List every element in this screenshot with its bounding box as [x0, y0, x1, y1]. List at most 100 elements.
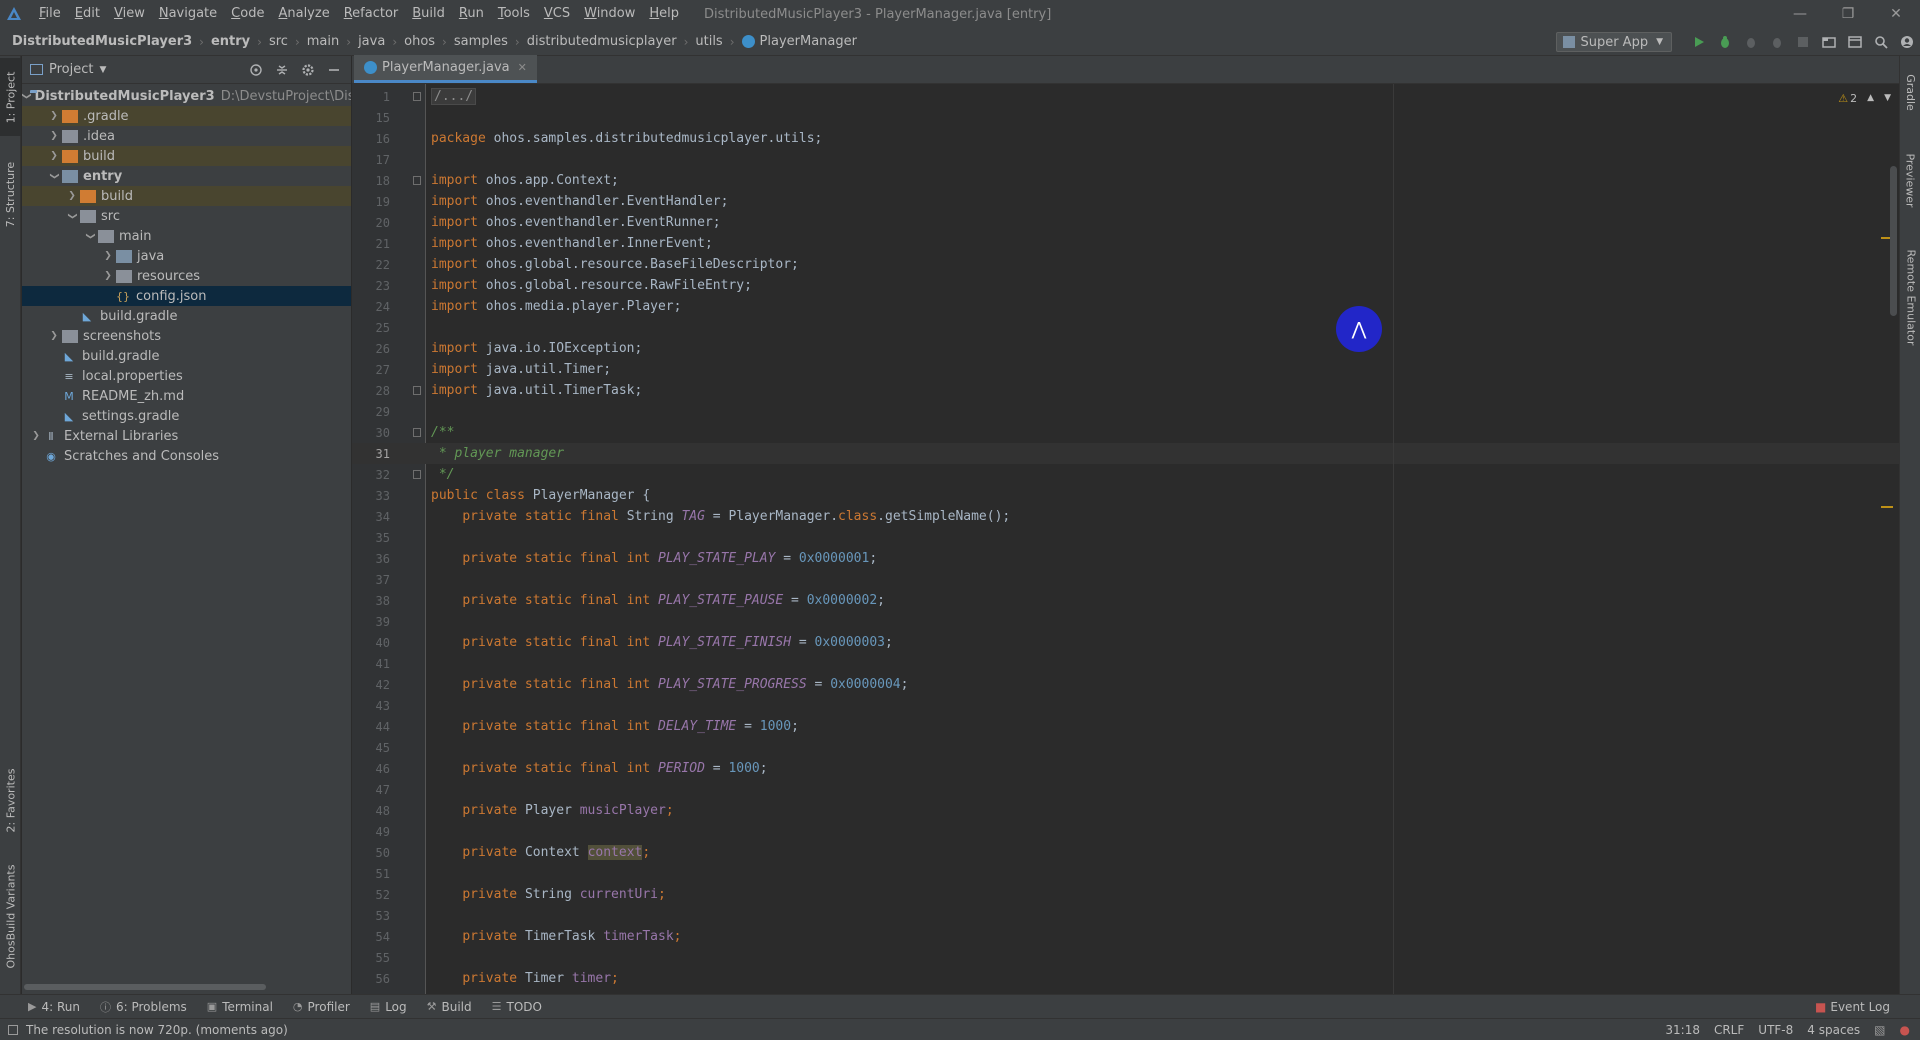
chevron-down-icon[interactable]: ▼ — [1884, 93, 1891, 103]
minimize-icon[interactable]: — — [1776, 0, 1824, 28]
menu-help[interactable]: Help — [642, 0, 686, 28]
code-line[interactable]: 28 import java.util.TimerTask; — [352, 380, 1899, 401]
code-line[interactable]: 17 — [352, 149, 1899, 170]
code-line[interactable]: 1 /.../ — [352, 86, 1899, 107]
chevron-right-icon[interactable]: ❯ — [28, 431, 44, 441]
code-line[interactable]: 36 private static final int PLAY_STATE_P… — [352, 548, 1899, 569]
file-encoding[interactable]: UTF-8 — [1758, 1023, 1793, 1037]
run-config-select[interactable]: Super App ▼ — [1556, 32, 1672, 52]
warning-stripe[interactable] — [1881, 506, 1893, 508]
code-line[interactable]: 15 — [352, 107, 1899, 128]
menu-analyze[interactable]: Analyze — [271, 0, 336, 28]
tree-item[interactable]: ❯ build — [22, 146, 351, 166]
menu-refactor[interactable]: Refactor — [337, 0, 406, 28]
tab-gradle[interactable]: Gradle — [1900, 62, 1920, 122]
menu-vcs[interactable]: VCS — [537, 0, 577, 28]
code-line[interactable]: 23 import ohos.global.resource.RawFileEnt… — [352, 275, 1899, 296]
tool-build[interactable]: ⚒ Build — [427, 1000, 472, 1014]
menu-file[interactable]: File — [32, 0, 68, 28]
breadcrumb-item[interactable]: src — [269, 34, 288, 49]
tab-build-variants[interactable]: OhosBuild Variants — [0, 856, 21, 976]
tab-favorites[interactable]: 2: Favorites — [0, 756, 21, 844]
tree-item[interactable]: ❯ .gradle — [22, 106, 351, 126]
tree-item[interactable]: ❯ src — [22, 206, 351, 226]
code-line[interactable]: 31 * player manager — [352, 443, 1899, 464]
collapse-all-icon[interactable] — [269, 63, 295, 77]
editor-scrollbar[interactable] — [1890, 166, 1897, 316]
chevron-down-icon[interactable]: ❯ — [22, 92, 31, 100]
fold-toggle-icon[interactable] — [390, 380, 426, 401]
code-line[interactable]: 40 private static final int PLAY_STATE_F… — [352, 632, 1899, 653]
code-line[interactable]: 43 — [352, 695, 1899, 716]
chevron-right-icon[interactable]: ❯ — [100, 251, 116, 261]
tree-item[interactable]: M README_zh.md — [22, 386, 351, 406]
status-message[interactable]: The resolution is now 720p. (moments ago… — [8, 1023, 288, 1037]
tree-item[interactable]: ❯ .idea — [22, 126, 351, 146]
code-line[interactable]: 16 package ohos.samples.distributedmusicp… — [352, 128, 1899, 149]
chevron-right-icon[interactable]: ❯ — [64, 191, 80, 201]
chevron-down-icon[interactable]: ▼ — [99, 65, 106, 75]
code-line[interactable]: 20 import ohos.eventhandler.EventRunner; — [352, 212, 1899, 233]
code-line[interactable]: 21 import ohos.eventhandler.InnerEvent; — [352, 233, 1899, 254]
run-icon[interactable] — [1686, 28, 1712, 56]
code-line[interactable]: 24 import ohos.media.player.Player; — [352, 296, 1899, 317]
code-line[interactable]: 27 import java.util.Timer; — [352, 359, 1899, 380]
menu-navigate[interactable]: Navigate — [152, 0, 224, 28]
code-line[interactable]: 48 private Player musicPlayer; — [352, 800, 1899, 821]
tool-todo[interactable]: ☰ TODO — [492, 1000, 542, 1014]
code-line[interactable]: 18 import ohos.app.Context; — [352, 170, 1899, 191]
inspection-widget[interactable]: ⚠ 2 ▲ ▼ — [1838, 89, 1891, 107]
breadcrumb-item[interactable]: DistributedMusicPlayer3 — [12, 34, 192, 49]
code-line[interactable]: 35 — [352, 527, 1899, 548]
tree-item[interactable]: ◣ build.gradle — [22, 346, 351, 366]
tab-structure[interactable]: 7: Structure — [0, 148, 21, 240]
chevron-up-icon[interactable]: ▲ — [1867, 93, 1874, 103]
tree-item[interactable]: ❯ build — [22, 186, 351, 206]
tree-item[interactable]: ◣ build.gradle — [22, 306, 351, 326]
code-line[interactable]: 56 private Timer timer; — [352, 968, 1899, 989]
code-area[interactable]: 1 /.../ 15 16 package ohos.samples.distribut… — [352, 84, 1899, 994]
chevron-right-icon[interactable]: ❯ — [46, 331, 62, 341]
code-line[interactable]: 53 — [352, 905, 1899, 926]
tree-item[interactable]: ❯ screenshots — [22, 326, 351, 346]
breadcrumb-item[interactable]: distributedmusicplayer — [527, 34, 677, 49]
tab-remote-emulator[interactable]: Remote Emulator — [1900, 238, 1920, 356]
notification-icon[interactable]: ● — [1900, 1023, 1910, 1037]
code-line[interactable]: 32 */ — [352, 464, 1899, 485]
code-line[interactable]: 30 /** — [352, 422, 1899, 443]
tab-project[interactable]: 1: Project — [0, 58, 21, 136]
chevron-down-icon[interactable]: ❯ — [49, 168, 59, 184]
breadcrumb-item[interactable]: utils — [695, 34, 722, 49]
code-line[interactable]: 45 — [352, 737, 1899, 758]
breadcrumb-item[interactable]: main — [307, 34, 339, 49]
breadcrumb-item[interactable]: samples — [454, 34, 508, 49]
gear-icon[interactable] — [295, 63, 321, 77]
project-structure-icon[interactable] — [1816, 28, 1842, 56]
code-line[interactable]: 55 — [352, 947, 1899, 968]
menu-view[interactable]: View — [107, 0, 152, 28]
menu-build[interactable]: Build — [405, 0, 452, 28]
code-line[interactable]: 51 — [352, 863, 1899, 884]
fold-toggle-icon[interactable] — [390, 170, 426, 191]
search-icon[interactable] — [1868, 28, 1894, 56]
locate-icon[interactable] — [243, 63, 269, 77]
tree-item[interactable]: ◣ settings.gradle — [22, 406, 351, 426]
close-icon[interactable]: ✕ — [518, 61, 527, 74]
menu-edit[interactable]: Edit — [68, 0, 107, 28]
menu-code[interactable]: Code — [224, 0, 271, 28]
fold-toggle-icon[interactable] — [390, 464, 426, 485]
profile-icon[interactable] — [1764, 28, 1790, 56]
tree-item[interactable]: ❯ Ⅱ External Libraries — [22, 426, 351, 446]
tool-6-problems[interactable]: ⓘ 6: Problems — [100, 999, 187, 1015]
code-line[interactable]: 29 — [352, 401, 1899, 422]
code-line[interactable]: 37 — [352, 569, 1899, 590]
project-panel-title[interactable]: Project — [49, 62, 93, 77]
code-line[interactable]: 49 — [352, 821, 1899, 842]
breadcrumb-item[interactable]: java — [358, 34, 385, 49]
tree-item[interactable]: ◉ Scratches and Consoles — [22, 446, 351, 466]
tree-item[interactable]: ≡ local.properties — [22, 366, 351, 386]
tree-item[interactable]: ❯ main — [22, 226, 351, 246]
code-line[interactable]: 42 private static final int PLAY_STATE_P… — [352, 674, 1899, 695]
tab-previewer[interactable]: Previewer — [1900, 140, 1920, 220]
code-line[interactable]: 22 import ohos.global.resource.BaseFileDe… — [352, 254, 1899, 275]
